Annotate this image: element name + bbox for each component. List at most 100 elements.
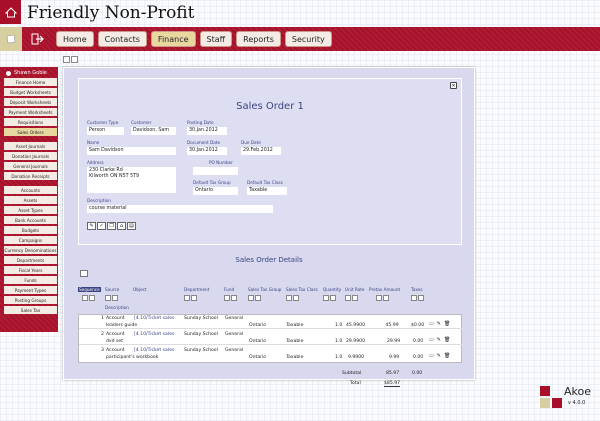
close-icon[interactable]: ✕ [450, 82, 457, 89]
delete-icon[interactable]: 🗑 [444, 337, 450, 343]
sidebar-item-posting-groups[interactable]: Posting Groups [4, 296, 57, 304]
due-date-field[interactable]: 29.Feb.2012 [241, 147, 281, 155]
sidebar-item-departments[interactable]: Departments [4, 256, 57, 264]
name-field[interactable]: Sam Davidson [87, 147, 176, 155]
edit-icon[interactable]: ✎ [87, 222, 96, 230]
header-pretax-amount[interactable]: Pretax Amount [369, 287, 400, 292]
sidebar-item-requisitions[interactable]: Requisitions [4, 118, 57, 126]
sidebar-item-bank-accounts[interactable]: Bank Accounts [4, 216, 57, 224]
sort-pretax-amount[interactable] [376, 295, 389, 301]
row-tax-class: Taxable [286, 323, 304, 328]
po-number-field[interactable] [193, 167, 238, 175]
sidebar: Shawn Goble Finance Home Budget Worksheet… [0, 67, 58, 332]
home-icon[interactable] [0, 0, 21, 24]
sort-sales-tax-group[interactable] [248, 295, 261, 301]
sidebar-item-budget-worksheets[interactable]: Budget Worksheets [4, 88, 57, 96]
sidebar-item-finance-home[interactable]: Finance Home [4, 78, 57, 86]
description-field[interactable]: course material [87, 205, 273, 213]
sidebar-item-donation-receipts[interactable]: Donation Receipts [4, 172, 57, 180]
description-label: Description [87, 198, 111, 203]
row-seq: 2 [101, 332, 104, 337]
grid-view-icon[interactable] [71, 56, 78, 63]
sidebar-item-funds[interactable]: Funds [4, 276, 57, 284]
sort-fund[interactable] [224, 295, 237, 301]
header-quantity[interactable]: Quantity [323, 287, 341, 292]
sidebar-item-sales-tax[interactable]: Sales Tax [4, 306, 57, 314]
edit-icon[interactable]: ✎ [437, 321, 441, 327]
header-fund[interactable]: Fund [224, 287, 234, 292]
row-object-link[interactable]: [4.10/Ticket sales [134, 348, 174, 353]
customer-field[interactable]: Davidson, Sam [131, 127, 176, 135]
sidebar-item-payment-types[interactable]: Payment Types [4, 286, 57, 294]
header-description[interactable]: Description [105, 305, 129, 310]
sidebar-item-accounts[interactable]: Accounts [4, 186, 57, 194]
sidebar-item-general-journals[interactable]: General Journals [4, 162, 57, 170]
subtotal-value: 85.97 [386, 371, 400, 376]
open-icon[interactable]: ▭ [429, 353, 434, 359]
approve-icon[interactable]: ✓ [97, 222, 106, 230]
header-unit-rate[interactable]: Unit Rate [345, 287, 364, 292]
sidebar-item-currency-denominations[interactable]: Currency Denominations [4, 246, 57, 254]
document-date-field[interactable]: 30.Jan.2012 [187, 147, 227, 155]
sort-sales-tax-class[interactable] [286, 295, 299, 301]
akoe-logo: Akoe v 4.0.0 [538, 384, 594, 414]
table-row[interactable]: 1 Account [4.10/Ticket sales Sunday Scho… [79, 315, 463, 329]
open-icon[interactable]: ▭ [429, 337, 434, 343]
sort-quantity[interactable] [323, 295, 336, 301]
edit-icon[interactable]: ✎ [437, 353, 441, 359]
sort-department[interactable] [184, 295, 197, 301]
nav-home[interactable]: Home [56, 31, 94, 47]
nav-contacts[interactable]: Contacts [97, 31, 147, 47]
header-taxes[interactable]: Taxes [411, 287, 423, 292]
default-tax-class-field[interactable]: Taxable [247, 187, 287, 195]
nav-security[interactable]: Security [284, 31, 332, 47]
address-field[interactable]: 230 Clarke Rd Kilworth ON N5T 5T9 [87, 167, 176, 193]
row-source: Account [106, 348, 125, 353]
row-object-link[interactable]: [4.10/Ticket sales [134, 332, 174, 337]
posting-date-field[interactable]: 30.Jan.2012 [187, 127, 227, 135]
row-fund: General [225, 316, 244, 321]
sidebar-item-asset-journals[interactable]: Asset Journals [4, 142, 57, 150]
header-object[interactable]: Object [133, 287, 147, 292]
list-view-icon[interactable] [63, 56, 70, 63]
customer-type-field[interactable]: Person [87, 127, 124, 135]
copy-icon[interactable]: ❐ [107, 222, 116, 230]
header-department[interactable]: Department [184, 287, 209, 292]
default-tax-group-field[interactable]: Ontario [193, 187, 238, 195]
logout-icon[interactable] [26, 27, 50, 51]
sort-taxes[interactable] [411, 295, 424, 301]
nav-staff[interactable]: Staff [199, 31, 233, 47]
open-icon[interactable]: ▭ [429, 321, 434, 327]
header-sales-tax-class[interactable]: Sales Tax Class [286, 287, 318, 292]
row-source: Account [106, 316, 125, 321]
default-tax-class-label: Default Tax Class [247, 180, 283, 185]
notes-icon[interactable] [0, 27, 22, 51]
header-sequence[interactable]: Sequence [78, 287, 101, 292]
sidebar-item-donation-journals[interactable]: Donation Journals [4, 152, 57, 160]
sidebar-item-asset-types[interactable]: Asset Types [4, 206, 57, 214]
edit-icon[interactable]: ✎ [437, 337, 441, 343]
sidebar-item-campaigns[interactable]: Campaigns [4, 236, 57, 244]
table-row[interactable]: 2 Account [4.10/Ticket sales Sunday Scho… [79, 331, 463, 345]
add-line-icon[interactable] [80, 270, 88, 277]
tag-icon[interactable]: ⌂ [117, 222, 126, 230]
sort-unit-rate[interactable] [345, 295, 358, 301]
delete-icon[interactable]: 🗑 [444, 353, 450, 359]
header-source[interactable]: Source [105, 287, 119, 292]
sidebar-item-assets[interactable]: Assets [4, 196, 57, 204]
sidebar-item-payment-worksheets[interactable]: Payment Worksheets [4, 108, 57, 116]
header-sales-tax-group[interactable]: Sales Tax Group [248, 287, 281, 292]
nav-reports[interactable]: Reports [236, 31, 281, 47]
row-tax-group: Ontario [249, 339, 267, 344]
row-object-link[interactable]: [4.10/Ticket sales [134, 316, 174, 321]
sidebar-item-deposit-worksheets[interactable]: Deposit Worksheets [4, 98, 57, 106]
sort-sequence[interactable] [82, 295, 95, 301]
sort-source[interactable] [105, 295, 118, 301]
print-icon[interactable]: ▤ [127, 222, 136, 230]
delete-icon[interactable]: 🗑 [444, 321, 450, 327]
sidebar-item-sales-orders[interactable]: Sales Orders [4, 128, 57, 136]
table-row[interactable]: 3 Account [4.10/Ticket sales Sunday Scho… [79, 347, 463, 361]
sidebar-item-budgets[interactable]: Budgets [4, 226, 57, 234]
sidebar-item-fiscal-years[interactable]: Fiscal Years [4, 266, 57, 274]
nav-finance[interactable]: Finance [150, 31, 196, 47]
